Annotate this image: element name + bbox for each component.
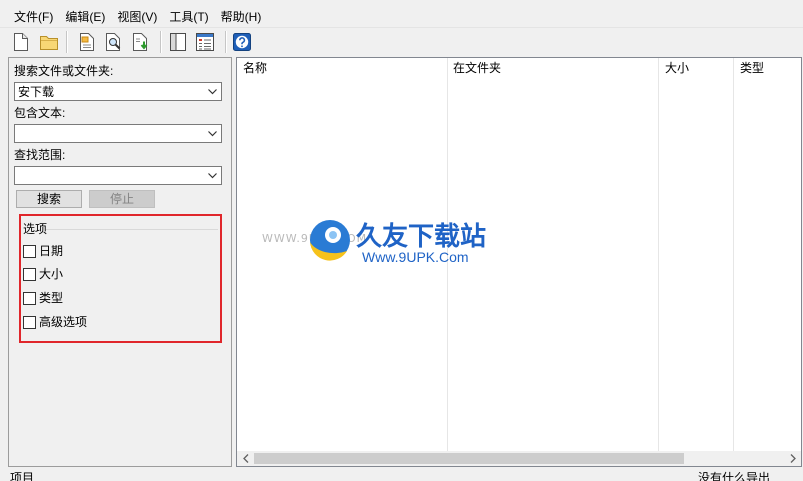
export-document-icon bbox=[133, 33, 148, 51]
column-header-size[interactable]: 大小 bbox=[665, 61, 689, 75]
chevron-down-icon[interactable] bbox=[208, 172, 217, 179]
options-highlight-box bbox=[19, 214, 222, 343]
toggle-panel-button[interactable] bbox=[167, 31, 189, 53]
search-panel: 搜索文件或文件夹: 安下载 包含文本: 查找范围: 搜索 停止 选项 日期 大小… bbox=[8, 57, 232, 467]
new-button[interactable] bbox=[10, 31, 32, 53]
chevron-down-icon[interactable] bbox=[208, 88, 217, 95]
menu-bar: 文件(F) 编辑(E) 视图(V) 工具(T) 帮助(H) bbox=[8, 9, 267, 25]
column-header-name[interactable]: 名称 bbox=[243, 61, 267, 75]
toolbar-separator bbox=[66, 31, 68, 53]
chevron-down-icon[interactable] bbox=[208, 130, 217, 137]
text-combobox[interactable] bbox=[14, 124, 222, 143]
text-label: 包含文本: bbox=[14, 106, 66, 120]
new-file-icon bbox=[14, 33, 28, 51]
watermark: WWW.9UPK.COM 久友下载站 Www.9UPK.Com bbox=[262, 220, 486, 265]
export-button[interactable] bbox=[130, 31, 152, 53]
column-divider[interactable] bbox=[733, 58, 734, 451]
find-document-icon bbox=[106, 33, 121, 51]
details-view-icon bbox=[196, 33, 214, 51]
open-button[interactable] bbox=[38, 31, 60, 53]
help-icon bbox=[233, 33, 251, 51]
panel-layout-icon bbox=[170, 33, 186, 51]
column-header-type[interactable]: 类型 bbox=[740, 61, 764, 75]
scroll-left-button[interactable] bbox=[237, 451, 254, 466]
help-button[interactable] bbox=[231, 31, 253, 53]
menu-help[interactable]: 帮助(H) bbox=[215, 9, 268, 25]
horizontal-scrollbar[interactable] bbox=[237, 451, 801, 466]
chevron-right-icon bbox=[790, 454, 796, 463]
search-button[interactable]: 搜索 bbox=[16, 190, 82, 208]
menu-file[interactable]: 文件(F) bbox=[8, 9, 59, 25]
menu-tools[interactable]: 工具(T) bbox=[163, 9, 214, 25]
watermark-logo-icon bbox=[310, 220, 350, 261]
name-combobox-value: 安下载 bbox=[18, 85, 55, 99]
watermark-brand: 久友下载站 bbox=[356, 221, 486, 251]
menu-view[interactable]: 视图(V) bbox=[111, 9, 163, 25]
watermark-url: Www.9UPK.Com bbox=[362, 249, 469, 265]
column-divider[interactable] bbox=[658, 58, 659, 451]
find-button[interactable] bbox=[103, 31, 125, 53]
report-button[interactable] bbox=[76, 31, 98, 53]
stop-button: 停止 bbox=[89, 190, 155, 208]
report-document-icon bbox=[80, 33, 94, 51]
menu-edit[interactable]: 编辑(E) bbox=[59, 9, 111, 25]
toolbar-separator bbox=[160, 31, 162, 53]
column-header-folder[interactable]: 在文件夹 bbox=[453, 61, 501, 75]
scroll-thumb[interactable] bbox=[254, 453, 684, 464]
status-items: 项目 bbox=[10, 471, 35, 481]
scope-combobox[interactable] bbox=[14, 166, 222, 185]
name-combobox[interactable]: 安下载 bbox=[14, 82, 222, 101]
chevron-left-icon bbox=[242, 454, 248, 463]
status-bar: 项目 没有什么导出 bbox=[0, 468, 803, 481]
toolbar-divider bbox=[0, 27, 803, 28]
name-label: 搜索文件或文件夹: bbox=[14, 64, 114, 78]
toolbar-separator bbox=[225, 31, 227, 53]
scroll-right-button[interactable] bbox=[784, 451, 801, 466]
scope-label: 查找范围: bbox=[14, 148, 66, 162]
details-view-button[interactable] bbox=[194, 31, 216, 53]
open-folder-icon bbox=[40, 36, 58, 50]
status-export: 没有什么导出 bbox=[698, 471, 771, 481]
